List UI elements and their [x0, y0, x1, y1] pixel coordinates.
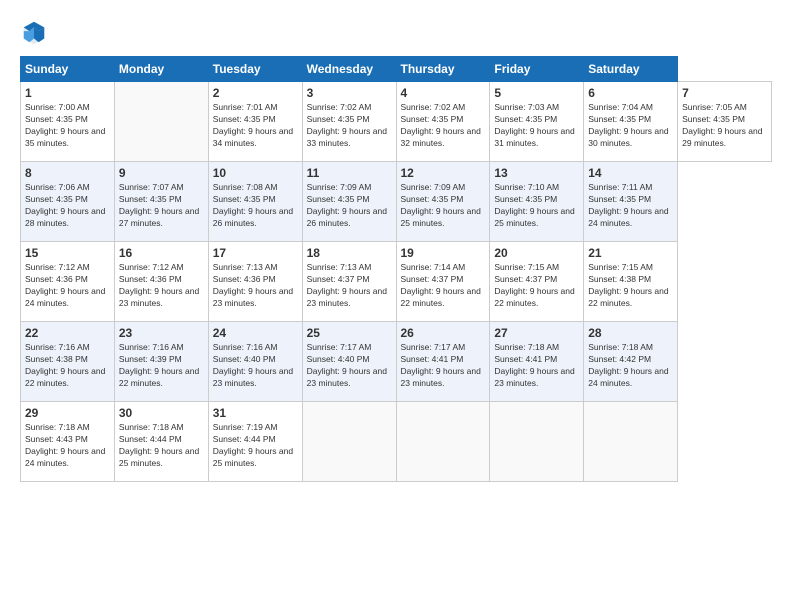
day-cell-9: 9Sunrise: 7:07 AMSunset: 4:35 PMDaylight… — [114, 162, 208, 242]
calendar-table: SundayMondayTuesdayWednesdayThursdayFrid… — [20, 56, 772, 482]
empty-cell — [114, 82, 208, 162]
header-cell-monday: Monday — [114, 57, 208, 82]
day-cell-23: 23Sunrise: 7:16 AMSunset: 4:39 PMDayligh… — [114, 322, 208, 402]
empty-cell — [302, 402, 396, 482]
day-cell-7: 7Sunrise: 7:05 AMSunset: 4:35 PMDaylight… — [678, 82, 772, 162]
week-row-5: 29Sunrise: 7:18 AMSunset: 4:43 PMDayligh… — [21, 402, 772, 482]
header-row: SundayMondayTuesdayWednesdayThursdayFrid… — [21, 57, 772, 82]
empty-cell — [396, 402, 490, 482]
day-cell-25: 25Sunrise: 7:17 AMSunset: 4:40 PMDayligh… — [302, 322, 396, 402]
day-cell-5: 5Sunrise: 7:03 AMSunset: 4:35 PMDaylight… — [490, 82, 584, 162]
day-cell-28: 28Sunrise: 7:18 AMSunset: 4:42 PMDayligh… — [584, 322, 678, 402]
empty-cell — [490, 402, 584, 482]
day-cell-11: 11Sunrise: 7:09 AMSunset: 4:35 PMDayligh… — [302, 162, 396, 242]
day-cell-8: 8Sunrise: 7:06 AMSunset: 4:35 PMDaylight… — [21, 162, 115, 242]
day-cell-26: 26Sunrise: 7:17 AMSunset: 4:41 PMDayligh… — [396, 322, 490, 402]
week-row-4: 22Sunrise: 7:16 AMSunset: 4:38 PMDayligh… — [21, 322, 772, 402]
header-cell-thursday: Thursday — [396, 57, 490, 82]
week-row-2: 8Sunrise: 7:06 AMSunset: 4:35 PMDaylight… — [21, 162, 772, 242]
header-cell-saturday: Saturday — [584, 57, 678, 82]
day-cell-31: 31Sunrise: 7:19 AMSunset: 4:44 PMDayligh… — [208, 402, 302, 482]
day-cell-30: 30Sunrise: 7:18 AMSunset: 4:44 PMDayligh… — [114, 402, 208, 482]
week-row-3: 15Sunrise: 7:12 AMSunset: 4:36 PMDayligh… — [21, 242, 772, 322]
day-cell-21: 21Sunrise: 7:15 AMSunset: 4:38 PMDayligh… — [584, 242, 678, 322]
logo — [20, 18, 52, 46]
day-cell-13: 13Sunrise: 7:10 AMSunset: 4:35 PMDayligh… — [490, 162, 584, 242]
day-cell-1: 1Sunrise: 7:00 AMSunset: 4:35 PMDaylight… — [21, 82, 115, 162]
day-cell-19: 19Sunrise: 7:14 AMSunset: 4:37 PMDayligh… — [396, 242, 490, 322]
page: SundayMondayTuesdayWednesdayThursdayFrid… — [0, 0, 792, 612]
day-cell-15: 15Sunrise: 7:12 AMSunset: 4:36 PMDayligh… — [21, 242, 115, 322]
logo-icon — [20, 18, 48, 46]
day-cell-16: 16Sunrise: 7:12 AMSunset: 4:36 PMDayligh… — [114, 242, 208, 322]
day-cell-17: 17Sunrise: 7:13 AMSunset: 4:36 PMDayligh… — [208, 242, 302, 322]
day-cell-6: 6Sunrise: 7:04 AMSunset: 4:35 PMDaylight… — [584, 82, 678, 162]
week-row-1: 1Sunrise: 7:00 AMSunset: 4:35 PMDaylight… — [21, 82, 772, 162]
day-cell-2: 2Sunrise: 7:01 AMSunset: 4:35 PMDaylight… — [208, 82, 302, 162]
day-cell-14: 14Sunrise: 7:11 AMSunset: 4:35 PMDayligh… — [584, 162, 678, 242]
day-cell-27: 27Sunrise: 7:18 AMSunset: 4:41 PMDayligh… — [490, 322, 584, 402]
header — [20, 18, 772, 46]
day-cell-29: 29Sunrise: 7:18 AMSunset: 4:43 PMDayligh… — [21, 402, 115, 482]
day-cell-22: 22Sunrise: 7:16 AMSunset: 4:38 PMDayligh… — [21, 322, 115, 402]
day-cell-20: 20Sunrise: 7:15 AMSunset: 4:37 PMDayligh… — [490, 242, 584, 322]
header-cell-sunday: Sunday — [21, 57, 115, 82]
header-cell-wednesday: Wednesday — [302, 57, 396, 82]
day-cell-12: 12Sunrise: 7:09 AMSunset: 4:35 PMDayligh… — [396, 162, 490, 242]
day-cell-4: 4Sunrise: 7:02 AMSunset: 4:35 PMDaylight… — [396, 82, 490, 162]
day-cell-18: 18Sunrise: 7:13 AMSunset: 4:37 PMDayligh… — [302, 242, 396, 322]
header-cell-tuesday: Tuesday — [208, 57, 302, 82]
day-cell-24: 24Sunrise: 7:16 AMSunset: 4:40 PMDayligh… — [208, 322, 302, 402]
empty-cell — [584, 402, 678, 482]
header-cell-friday: Friday — [490, 57, 584, 82]
day-cell-3: 3Sunrise: 7:02 AMSunset: 4:35 PMDaylight… — [302, 82, 396, 162]
day-cell-10: 10Sunrise: 7:08 AMSunset: 4:35 PMDayligh… — [208, 162, 302, 242]
